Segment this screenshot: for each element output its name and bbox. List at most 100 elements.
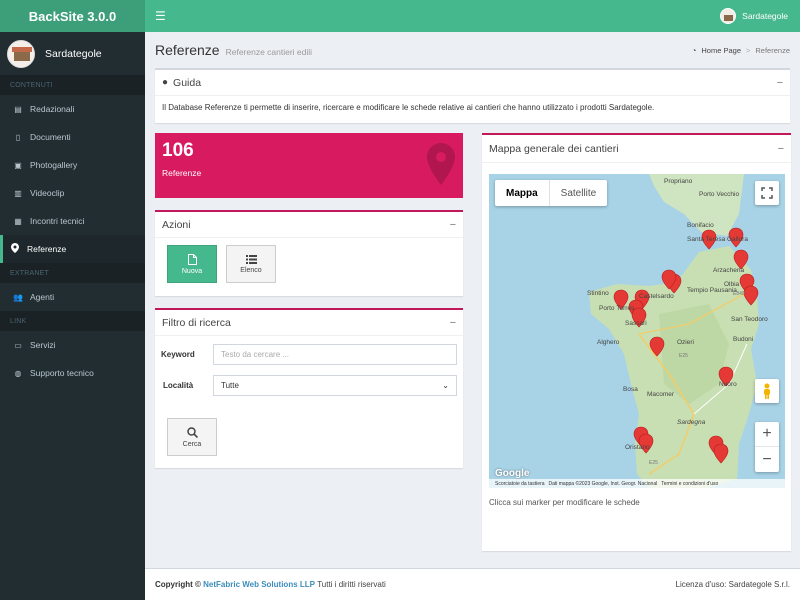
guida-box-header: ● Guida − [155,70,790,96]
info-icon: ● [162,77,169,88]
map-place-label: Alghero [597,339,620,346]
collapse-button[interactable]: − [777,77,783,89]
sidebar-item-documenti[interactable]: ▯ Documenti [0,123,145,151]
map-place-label: Olbia [724,281,740,288]
dashboard-icon: ◔ [691,46,697,55]
sidebar-section-extranet: EXTRANET [0,263,145,283]
sidebar-item-servizi[interactable]: ▭ Servizi [0,331,145,359]
app-logo[interactable]: BackSite 3.0.0 [0,0,145,32]
guida-text: Il Database Referenze ti permette di ins… [162,103,655,112]
guida-box: ● Guida − Il Database Referenze ti perme… [155,68,790,123]
street-view-button[interactable] [755,379,779,403]
sidebar-item-label: Servizi [30,340,56,350]
file-icon [187,253,197,265]
filtro-box-header: Filtro di ricerca − [155,310,463,336]
location-label: Località [163,381,194,390]
zoom-controls: + − [755,422,779,472]
rights-text: Tutti i diritti riservati [317,580,386,589]
map-marker-icon [10,243,20,255]
map-box: Mappa generale dei cantieri − Propriano … [482,133,791,551]
main-content: Referenze Referenze cantieri edili ◔ Hom… [145,32,800,568]
map-place-label: Stintino [587,290,609,297]
company-link[interactable]: NetFabric Web Solutions LLP [203,580,315,589]
sidebar-username: Sardategole [45,47,102,60]
page-header: Referenze Referenze cantieri edili [155,42,312,58]
keyword-input[interactable] [213,344,457,365]
stat-value: 106 [162,140,194,161]
breadcrumb-separator: > [746,46,751,55]
map-place-label: Macomer [647,391,675,398]
map-place-label: Porto Vecchio [699,191,739,198]
breadcrumb: ◔ Home Page > Referenze [692,46,790,55]
map-box-header: Mappa generale dei cantieri − [482,135,791,163]
new-button[interactable]: Nuova [167,245,217,283]
copyright-label: Copyright © [155,580,201,589]
document-icon: ▯ [15,132,21,142]
map-road-label: E840 [733,291,745,297]
map-place-label: Ozieri [677,339,694,346]
sidebar-item-label: Supporto tecnico [30,368,94,378]
sidebar-item-photogallery[interactable]: ▣ Photogallery [0,151,145,179]
azioni-box-header: Azioni − [155,212,463,238]
map-place-label: Budoni [733,336,753,343]
chevron-down-icon: ⌄ [442,381,449,390]
keyboard-shortcuts-link[interactable]: Scorciatoie da tastiera [495,481,544,487]
collapse-button[interactable]: − [778,143,784,155]
search-button[interactable]: Cerca [167,418,217,456]
collapse-button[interactable]: − [450,317,456,329]
sidebar-item-referenze[interactable]: Referenze [0,235,145,263]
zoom-in-button[interactable]: + [755,422,779,447]
zoom-out-button[interactable]: − [755,447,779,472]
map-place-label: Tempio Pausania [687,287,737,294]
image-icon: ▣ [14,160,22,170]
menu-toggle-icon[interactable]: ☰ [155,9,166,23]
map-tab-mappa[interactable]: Mappa [495,180,549,206]
collapse-button[interactable]: − [450,219,456,231]
map-place-label: Porto Torres [599,305,635,312]
sidebar-item-label: Referenze [27,244,67,254]
map-caption: Clicca sui marker per modificare le sche… [489,498,640,507]
sidebar-user-panel: Sardategole [0,32,145,75]
user-name: Sardategole [742,11,788,21]
page-subtitle: Referenze cantieri edili [225,47,313,57]
keyword-label: Keyword [161,350,195,359]
sidebar-item-supporto-tecnico[interactable]: ◍ Supporto tecnico [0,359,145,387]
azioni-box: Azioni − Nuova Elenco [155,210,463,296]
sidebar: Sardategole CONTENUTI ▤ Redazionali ▯ Do… [0,32,145,600]
users-icon: 👥 [13,292,23,302]
list-button[interactable]: Elenco [226,245,276,283]
sidebar-item-agenti[interactable]: 👥 Agenti [0,283,145,311]
fullscreen-button[interactable] [755,181,779,205]
map-place-label: Propriano [664,178,693,185]
laptop-icon: ▭ [14,340,22,350]
sidebar-item-redazionali[interactable]: ▤ Redazionali [0,95,145,123]
sidebar-item-videoclip[interactable]: ▥ Videoclip [0,179,145,207]
sidebar-item-incontri-tecnici[interactable]: ▦ Incontri tecnici [0,207,145,235]
map-terms-link[interactable]: Termini e condizioni d'uso [661,481,718,487]
search-icon [186,426,198,438]
sidebar-section-contenuti: CONTENUTI [0,75,145,95]
map-place-label: Arzachena [713,267,744,274]
sidebar-item-label: Redazionali [30,104,75,114]
page-footer: Copyright © NetFabric Web Solutions LLP … [145,568,800,600]
map-terrain: Propriano Porto Vecchio Bonifacio Santa … [587,174,768,488]
map-title: Mappa generale dei cantieri [489,142,619,155]
map-canvas[interactable]: Propriano Porto Vecchio Bonifacio Santa … [489,174,785,488]
breadcrumb-home[interactable]: Home Page [701,46,741,55]
map-attribution: Scorciatoie da tastiera Dati mappa ©2023… [489,479,785,488]
globe-icon: ◍ [14,368,22,378]
stat-label: Referenze [162,168,202,178]
filtro-box: Filtro di ricerca − Keyword Località Tut… [155,308,463,468]
breadcrumb-current: Referenze [755,46,790,55]
user-menu[interactable]: Sardategole [720,8,788,24]
location-select[interactable]: Tutte ⌄ [213,375,457,396]
map-type-tabs: Mappa Satellite [495,180,608,206]
sidebar-item-label: Incontri tecnici [30,216,85,226]
sidebar-item-label: Videoclip [30,188,65,198]
map-road-label: E25 [649,460,658,466]
map-tab-satellite[interactable]: Satellite [548,180,608,206]
map-data-credit: Dati mappa ©2023 Google, Inst. Geogr. Na… [548,480,658,487]
map-place-label: San Teodoro [731,316,768,323]
pegman-icon [764,383,770,399]
referenze-stat-box: 106 Referenze [155,133,463,198]
